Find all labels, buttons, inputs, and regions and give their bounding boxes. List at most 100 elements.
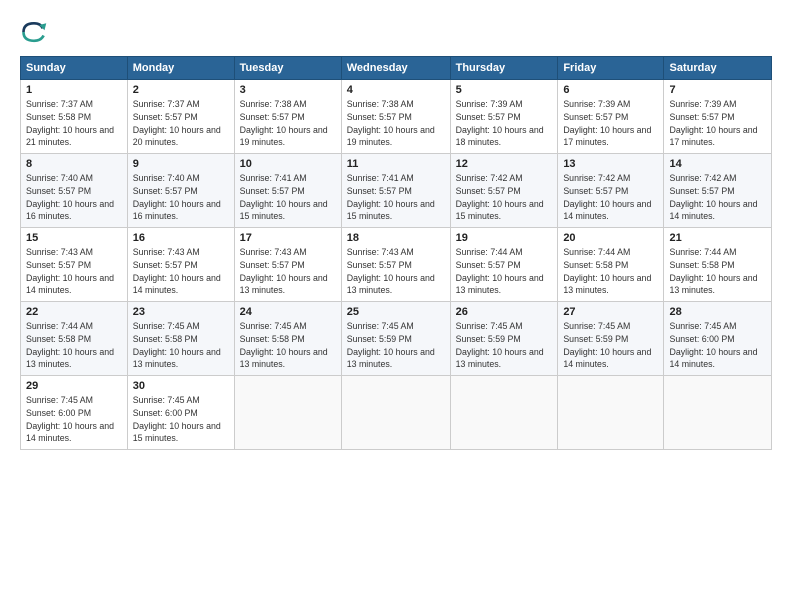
table-row: 7 Sunrise: 7:39 AMSunset: 5:57 PMDaylight… <box>664 80 772 154</box>
day-detail: Sunrise: 7:42 AMSunset: 5:57 PMDaylight:… <box>456 172 553 223</box>
day-number: 11 <box>347 158 445 170</box>
col-sunday: Sunday <box>21 57 128 80</box>
table-row: 16 Sunrise: 7:43 AMSunset: 5:57 PMDayligh… <box>127 228 234 302</box>
day-detail: Sunrise: 7:44 AMSunset: 5:58 PMDaylight:… <box>26 320 122 371</box>
day-detail: Sunrise: 7:43 AMSunset: 5:57 PMDaylight:… <box>133 246 229 297</box>
header <box>20 18 772 46</box>
day-number: 20 <box>563 232 658 244</box>
day-detail: Sunrise: 7:45 AMSunset: 5:58 PMDaylight:… <box>240 320 336 371</box>
day-number: 16 <box>133 232 229 244</box>
table-row: 26 Sunrise: 7:45 AMSunset: 5:59 PMDayligh… <box>450 302 558 376</box>
day-number: 1 <box>26 84 122 96</box>
day-number: 29 <box>26 380 122 392</box>
day-number: 28 <box>669 306 766 318</box>
day-number: 10 <box>240 158 336 170</box>
table-row <box>341 376 450 450</box>
day-detail: Sunrise: 7:41 AMSunset: 5:57 PMDaylight:… <box>240 172 336 223</box>
day-detail: Sunrise: 7:39 AMSunset: 5:57 PMDaylight:… <box>669 98 766 149</box>
day-detail: Sunrise: 7:38 AMSunset: 5:57 PMDaylight:… <box>347 98 445 149</box>
table-row: 8 Sunrise: 7:40 AMSunset: 5:57 PMDaylight… <box>21 154 128 228</box>
col-saturday: Saturday <box>664 57 772 80</box>
table-row: 19Sunrise: 7:44 AMSunset: 5:57 PMDayligh… <box>450 228 558 302</box>
table-row: 30 Sunrise: 7:45 AMSunset: 6:00 PMDayligh… <box>127 376 234 450</box>
col-friday: Friday <box>558 57 664 80</box>
day-number: 9 <box>133 158 229 170</box>
col-monday: Monday <box>127 57 234 80</box>
day-number: 15 <box>26 232 122 244</box>
table-row <box>664 376 772 450</box>
table-row: 2Sunrise: 7:37 AMSunset: 5:57 PMDaylight… <box>127 80 234 154</box>
day-detail: Sunrise: 7:45 AMSunset: 6:00 PMDaylight:… <box>133 394 229 445</box>
logo <box>20 18 52 46</box>
calendar-week-row: 29 Sunrise: 7:45 AMSunset: 6:00 PMDayligh… <box>21 376 772 450</box>
table-row <box>234 376 341 450</box>
day-number: 3 <box>240 84 336 96</box>
day-number: 8 <box>26 158 122 170</box>
day-number: 14 <box>669 158 766 170</box>
day-number: 12 <box>456 158 553 170</box>
day-detail: Sunrise: 7:40 AMSunset: 5:57 PMDaylight:… <box>26 172 122 223</box>
table-row: 29Sunrise: 7:45 AMSunset: 6:00 PMDayligh… <box>21 376 128 450</box>
col-wednesday: Wednesday <box>341 57 450 80</box>
col-tuesday: Tuesday <box>234 57 341 80</box>
day-detail: Sunrise: 7:39 AMSunset: 5:57 PMDaylight:… <box>456 98 553 149</box>
day-number: 7 <box>669 84 766 96</box>
day-number: 18 <box>347 232 445 244</box>
calendar-header-row: Sunday Monday Tuesday Wednesday Thursday… <box>21 57 772 80</box>
day-number: 17 <box>240 232 336 244</box>
table-row: 3Sunrise: 7:38 AMSunset: 5:57 PMDaylight… <box>234 80 341 154</box>
table-row: 13Sunrise: 7:42 AMSunset: 5:57 PMDayligh… <box>558 154 664 228</box>
day-detail: Sunrise: 7:40 AMSunset: 5:57 PMDaylight:… <box>133 172 229 223</box>
day-detail: Sunrise: 7:41 AMSunset: 5:57 PMDaylight:… <box>347 172 445 223</box>
day-detail: Sunrise: 7:44 AMSunset: 5:58 PMDaylight:… <box>669 246 766 297</box>
logo-icon <box>20 18 48 46</box>
day-number: 26 <box>456 306 553 318</box>
table-row: 12 Sunrise: 7:42 AMSunset: 5:57 PMDayligh… <box>450 154 558 228</box>
table-row <box>450 376 558 450</box>
day-detail: Sunrise: 7:37 AMSunset: 5:58 PMDaylight:… <box>26 98 122 149</box>
day-number: 21 <box>669 232 766 244</box>
day-detail: Sunrise: 7:45 AMSunset: 5:59 PMDaylight:… <box>347 320 445 371</box>
table-row: 6Sunrise: 7:39 AMSunset: 5:57 PMDaylight… <box>558 80 664 154</box>
day-number: 19 <box>456 232 553 244</box>
day-detail: Sunrise: 7:45 AMSunset: 6:00 PMDaylight:… <box>669 320 766 371</box>
calendar-page: Sunday Monday Tuesday Wednesday Thursday… <box>0 0 792 612</box>
table-row: 17 Sunrise: 7:43 AMSunset: 5:57 PMDayligh… <box>234 228 341 302</box>
table-row: 1 Sunrise: 7:37 AMSunset: 5:58 PMDaylight… <box>21 80 128 154</box>
table-row: 24Sunrise: 7:45 AMSunset: 5:58 PMDayligh… <box>234 302 341 376</box>
table-row: 28 Sunrise: 7:45 AMSunset: 6:00 PMDayligh… <box>664 302 772 376</box>
table-row: 21 Sunrise: 7:44 AMSunset: 5:58 PMDayligh… <box>664 228 772 302</box>
day-number: 2 <box>133 84 229 96</box>
day-detail: Sunrise: 7:43 AMSunset: 5:57 PMDaylight:… <box>26 246 122 297</box>
table-row: 23 Sunrise: 7:45 AMSunset: 5:58 PMDayligh… <box>127 302 234 376</box>
day-detail: Sunrise: 7:42 AMSunset: 5:57 PMDaylight:… <box>563 172 658 223</box>
day-detail: Sunrise: 7:44 AMSunset: 5:58 PMDaylight:… <box>563 246 658 297</box>
calendar-table: Sunday Monday Tuesday Wednesday Thursday… <box>20 56 772 450</box>
day-number: 5 <box>456 84 553 96</box>
day-number: 30 <box>133 380 229 392</box>
day-number: 23 <box>133 306 229 318</box>
table-row: 15 Sunrise: 7:43 AMSunset: 5:57 PMDayligh… <box>21 228 128 302</box>
day-number: 25 <box>347 306 445 318</box>
table-row: 14 Sunrise: 7:42 AMSunset: 5:57 PMDayligh… <box>664 154 772 228</box>
calendar-week-row: 1 Sunrise: 7:37 AMSunset: 5:58 PMDaylight… <box>21 80 772 154</box>
table-row: 20 Sunrise: 7:44 AMSunset: 5:58 PMDayligh… <box>558 228 664 302</box>
table-row: 22Sunrise: 7:44 AMSunset: 5:58 PMDayligh… <box>21 302 128 376</box>
day-detail: Sunrise: 7:45 AMSunset: 5:59 PMDaylight:… <box>456 320 553 371</box>
table-row: 4 Sunrise: 7:38 AMSunset: 5:57 PMDaylight… <box>341 80 450 154</box>
table-row: 11 Sunrise: 7:41 AMSunset: 5:57 PMDayligh… <box>341 154 450 228</box>
calendar-week-row: 8 Sunrise: 7:40 AMSunset: 5:57 PMDaylight… <box>21 154 772 228</box>
day-detail: Sunrise: 7:45 AMSunset: 5:59 PMDaylight:… <box>563 320 658 371</box>
calendar-week-row: 22Sunrise: 7:44 AMSunset: 5:58 PMDayligh… <box>21 302 772 376</box>
calendar-week-row: 15 Sunrise: 7:43 AMSunset: 5:57 PMDayligh… <box>21 228 772 302</box>
table-row: 25 Sunrise: 7:45 AMSunset: 5:59 PMDayligh… <box>341 302 450 376</box>
day-detail: Sunrise: 7:43 AMSunset: 5:57 PMDaylight:… <box>347 246 445 297</box>
table-row <box>558 376 664 450</box>
day-detail: Sunrise: 7:42 AMSunset: 5:57 PMDaylight:… <box>669 172 766 223</box>
day-detail: Sunrise: 7:43 AMSunset: 5:57 PMDaylight:… <box>240 246 336 297</box>
table-row: 10 Sunrise: 7:41 AMSunset: 5:57 PMDayligh… <box>234 154 341 228</box>
day-detail: Sunrise: 7:45 AMSunset: 5:58 PMDaylight:… <box>133 320 229 371</box>
day-number: 4 <box>347 84 445 96</box>
col-thursday: Thursday <box>450 57 558 80</box>
table-row: 27Sunrise: 7:45 AMSunset: 5:59 PMDayligh… <box>558 302 664 376</box>
